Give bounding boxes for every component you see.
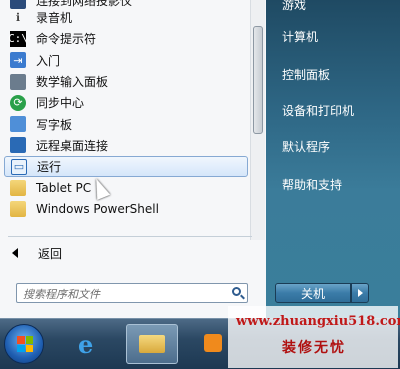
item-label: 远程桌面连接: [36, 138, 109, 153]
program-list-scrollbar[interactable]: [250, 0, 265, 240]
item-label: 运行: [37, 160, 62, 175]
start-menu-left-pane: 连接到网络投影仪 ℹ 录音机 C:\ 命令提示符 ⇥ 入门 数学输入面板 ⟳ 同…: [0, 0, 267, 318]
item-label: 数学输入面板: [36, 75, 109, 90]
list-item-windows-powershell[interactable]: Windows PowerShell: [4, 199, 248, 220]
start-orb-button[interactable]: [4, 324, 44, 364]
command-prompt-icon: C:\: [8, 30, 28, 47]
watermark-text: 装修无忧: [282, 340, 346, 356]
right-item-games[interactable]: 游戏: [282, 0, 306, 13]
shutdown-label: 关机: [300, 286, 325, 301]
list-item-wordpad[interactable]: 写字板: [4, 113, 248, 134]
item-label: Tablet PC: [36, 181, 92, 196]
program-list: 连接到网络投影仪 ℹ 录音机 C:\ 命令提示符 ⇥ 入门 数学输入面板 ⟳ 同…: [4, 0, 248, 240]
back-label: 返回: [38, 246, 63, 261]
list-item-sync-center[interactable]: ⟳ 同步中心: [4, 92, 248, 113]
item-label: 入门: [36, 53, 61, 68]
list-item-math-input-panel[interactable]: 数学输入面板: [4, 71, 248, 92]
folder-icon: [10, 180, 26, 197]
media-player-icon: [204, 334, 222, 352]
folder-icon: [139, 335, 165, 353]
sync-center-icon: ⟳: [10, 94, 26, 111]
remote-desktop-icon: [10, 137, 26, 154]
list-item-getting-started[interactable]: ⇥ 入门: [4, 50, 248, 71]
right-item-computer[interactable]: 计算机: [282, 28, 318, 45]
windows-logo-icon: [17, 336, 33, 352]
search-input[interactable]: 搜索程序和文件: [16, 283, 248, 303]
list-item-command-prompt[interactable]: C:\ 命令提示符: [4, 28, 248, 49]
search-icon[interactable]: [232, 287, 241, 296]
internet-explorer-icon: e: [78, 330, 94, 359]
search-placeholder: 搜索程序和文件: [23, 288, 100, 301]
list-item-network-projector[interactable]: 连接到网络投影仪: [4, 0, 248, 9]
math-input-panel-icon: [10, 73, 26, 90]
right-item-default-programs[interactable]: 默认程序: [282, 138, 330, 155]
right-item-control-panel[interactable]: 控制面板: [282, 66, 330, 83]
watermark: www.zhuangxiu518.com 装修无忧: [228, 306, 400, 368]
internet-explorer-taskbar-button[interactable]: e: [64, 324, 116, 364]
item-label: 录音机: [36, 11, 73, 26]
wordpad-icon: [10, 116, 26, 133]
windows-explorer-taskbar-button[interactable]: [126, 324, 178, 364]
item-label: 命令提示符: [36, 32, 97, 47]
list-item-sound-recorder[interactable]: ℹ 录音机: [4, 7, 248, 28]
shutdown-button[interactable]: 关机: [275, 283, 351, 303]
getting-started-icon: ⇥: [10, 52, 26, 69]
item-label: 连接到网络投影仪: [36, 0, 133, 8]
list-item-tablet-pc[interactable]: Tablet PC: [4, 177, 248, 198]
right-item-devices-printers[interactable]: 设备和打印机: [282, 102, 354, 119]
watermark-url: www.zhuangxiu518.com: [236, 314, 400, 329]
divider: [8, 236, 252, 237]
back-arrow-icon: [12, 248, 18, 258]
start-menu-right-pane: 游戏 计算机 控制面板 设备和打印机 默认程序 帮助和支持: [266, 0, 400, 318]
right-item-help-support[interactable]: 帮助和支持: [282, 176, 342, 193]
item-label: Windows PowerShell: [36, 202, 159, 217]
start-menu: 连接到网络投影仪 ℹ 录音机 C:\ 命令提示符 ⇥ 入门 数学输入面板 ⟳ 同…: [0, 0, 400, 318]
folder-icon: [10, 201, 26, 218]
item-label: 同步中心: [36, 96, 85, 111]
network-projector-icon: [10, 0, 26, 9]
back-button[interactable]: 返回: [12, 244, 62, 262]
media-player-taskbar-button[interactable]: [200, 324, 226, 364]
microphone-icon: ℹ: [15, 11, 21, 25]
item-label: 写字板: [36, 117, 73, 132]
shutdown-options-arrow-icon[interactable]: [351, 283, 369, 303]
run-icon: ▭: [11, 158, 27, 175]
list-item-remote-desktop[interactable]: 远程桌面连接: [4, 135, 248, 156]
scrollbar-thumb[interactable]: [253, 26, 263, 134]
list-item-run[interactable]: ▭ 运行: [4, 156, 248, 178]
